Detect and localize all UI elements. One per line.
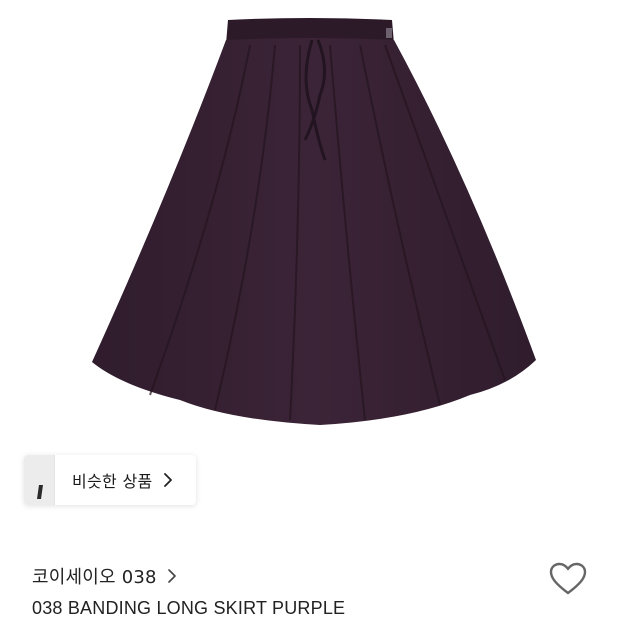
similar-products-label: 비슷한 상품 (72, 472, 153, 491)
similar-product-thumbnail (24, 455, 55, 505)
heart-outline-icon[interactable] (548, 560, 588, 600)
brand-link[interactable]: 코이세이오 038 (32, 562, 177, 590)
product-title: 038 BANDING LONG SKIRT PURPLE (32, 598, 346, 618)
chevron-right-icon (167, 569, 176, 583)
brand-name: 코이세이오 038 (32, 567, 157, 588)
product-image (92, 18, 536, 425)
similar-products-button[interactable]: 비슷한 상품 (24, 455, 196, 505)
chevron-right-icon (163, 473, 172, 487)
